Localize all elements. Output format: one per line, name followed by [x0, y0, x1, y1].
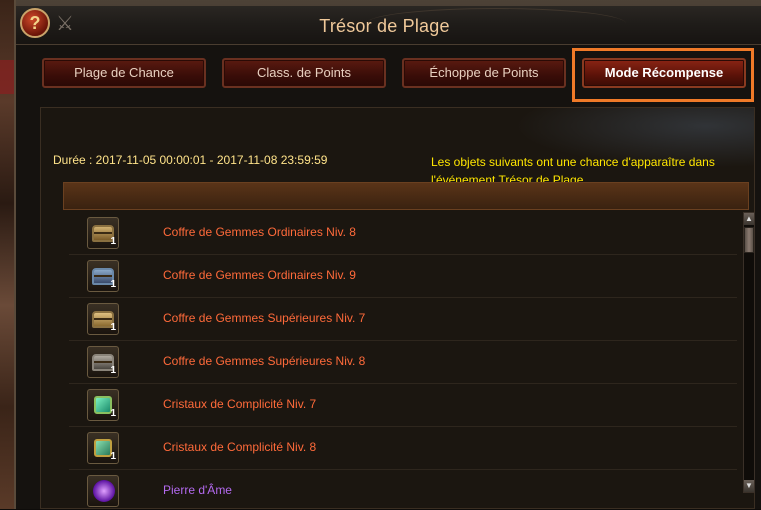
item-quantity: 1: [110, 322, 116, 333]
purple-orb-icon[interactable]: [87, 475, 119, 507]
gold-chest-icon[interactable]: 1: [87, 303, 119, 335]
item-name: Coffre de Gemmes Ordinaires Niv. 8: [163, 225, 356, 239]
tab-echoppe-de-points[interactable]: Échoppe de Points: [402, 58, 566, 88]
scrollbar[interactable]: ▲ ▼: [743, 212, 755, 493]
highlight-box: [572, 48, 754, 102]
list-item[interactable]: 1 Coffre de Gemmes Ordinaires Niv. 9: [69, 255, 737, 298]
tab-plage-de-chance[interactable]: Plage de Chance: [42, 58, 206, 88]
title-bar: ? ⚔ Trésor de Plage: [16, 0, 761, 45]
green-crystal-icon[interactable]: 1: [87, 432, 119, 464]
list-item[interactable]: 1 Coffre de Gemmes Supérieures Niv. 7: [69, 298, 737, 341]
orb-shape: [93, 480, 115, 502]
scene-banner: [0, 60, 14, 94]
green-crystal-icon[interactable]: 1: [87, 389, 119, 421]
item-name: Pierre d'Âme: [163, 483, 232, 497]
list-item[interactable]: 1 Cristaux de Complicité Niv. 8: [69, 427, 737, 470]
page-title: Trésor de Plage: [16, 16, 761, 37]
list-item[interactable]: 1 Coffre de Gemmes Supérieures Niv. 8: [69, 341, 737, 384]
scroll-down-icon[interactable]: ▼: [744, 480, 754, 492]
crystal-shape: [94, 439, 112, 457]
gold-chest-icon[interactable]: 1: [87, 217, 119, 249]
blue-chest-icon[interactable]: 1: [87, 260, 119, 292]
title-strip: [16, 0, 761, 6]
tab-class-de-points[interactable]: Class. de Points: [222, 58, 386, 88]
item-name: Coffre de Gemmes Ordinaires Niv. 9: [163, 268, 356, 282]
crystal-shape: [94, 396, 112, 414]
item-name: Coffre de Gemmes Supérieures Niv. 8: [163, 354, 366, 368]
item-quantity: 1: [110, 279, 116, 290]
list-header-band: [63, 182, 749, 210]
item-name: Coffre de Gemmes Supérieures Niv. 7: [163, 311, 366, 325]
reward-panel: Durée : 2017-11-05 00:00:01 - 2017-11-08…: [40, 107, 755, 509]
list-item[interactable]: 1 Coffre de Gemmes Ordinaires Niv. 8: [69, 212, 737, 255]
list-item[interactable]: 1 Cristaux de Complicité Niv. 7: [69, 384, 737, 427]
event-duration: Durée : 2017-11-05 00:00:01 - 2017-11-08…: [53, 153, 328, 167]
item-name: Cristaux de Complicité Niv. 8: [163, 440, 317, 454]
silver-chest-icon[interactable]: 1: [87, 346, 119, 378]
scroll-up-icon[interactable]: ▲: [744, 213, 754, 225]
scroll-thumb[interactable]: [744, 227, 754, 253]
item-quantity: 1: [110, 451, 116, 462]
page-title-text: Trésor de Plage: [319, 16, 450, 36]
list-item[interactable]: Pierre d'Âme: [69, 470, 737, 510]
item-quantity: 1: [110, 365, 116, 376]
item-name: Cristaux de Complicité Niv. 7: [163, 397, 317, 411]
reward-list: 1 Coffre de Gemmes Ordinaires Niv. 8 1 C…: [69, 212, 741, 510]
item-quantity: 1: [110, 408, 116, 419]
item-quantity: 1: [110, 236, 116, 247]
